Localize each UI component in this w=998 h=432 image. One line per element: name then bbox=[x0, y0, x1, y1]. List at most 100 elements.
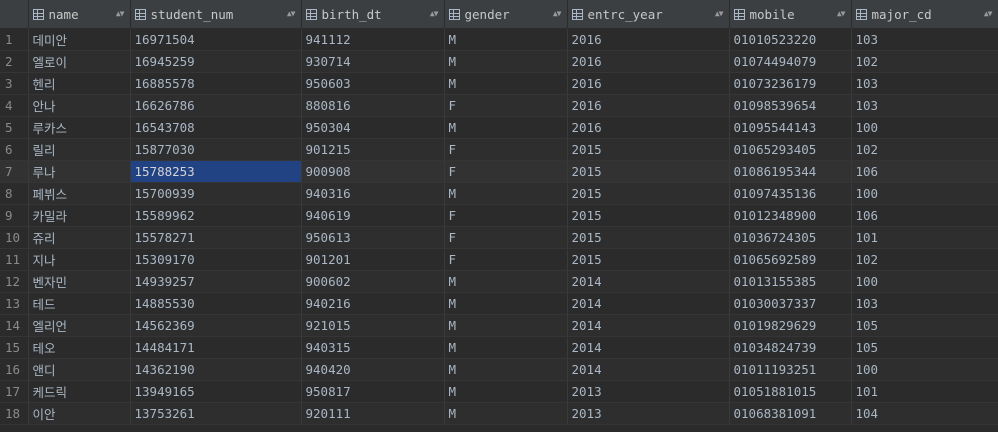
row-number[interactable]: 9 bbox=[0, 204, 29, 227]
table-row[interactable]: 17 케드릭 13949165 950817 M 2013 01051881015 101 bbox=[0, 380, 998, 403]
cell-student-num[interactable]: 14362190 bbox=[130, 358, 302, 381]
cell-gender[interactable]: M bbox=[444, 116, 568, 139]
cell-entrc-year[interactable]: 2016 bbox=[567, 50, 730, 73]
sort-arrows-icon[interactable]: ▲▼ bbox=[837, 10, 846, 18]
cell-birth-dt[interactable]: 920111 bbox=[301, 402, 445, 425]
cell-name[interactable]: 엘리언 bbox=[28, 314, 131, 337]
cell-gender[interactable]: F bbox=[444, 204, 568, 227]
cell-entrc-year[interactable]: 2015 bbox=[567, 248, 730, 271]
cell-birth-dt[interactable]: 921015 bbox=[301, 314, 445, 337]
row-number[interactable]: 2 bbox=[0, 50, 29, 73]
cell-birth-dt[interactable]: 950603 bbox=[301, 72, 445, 95]
cell-entrc-year[interactable]: 2014 bbox=[567, 358, 730, 381]
cell-birth-dt[interactable]: 940619 bbox=[301, 204, 445, 227]
table-row[interactable]: 3 헨리 16885578 950603 M 2016 01073236179 103 bbox=[0, 72, 998, 95]
sort-arrows-icon[interactable]: ▲▼ bbox=[287, 10, 296, 18]
row-number[interactable]: 18 bbox=[0, 402, 29, 425]
cell-student-num[interactable]: 15877030 bbox=[130, 138, 302, 161]
cell-student-num[interactable]: 16885578 bbox=[130, 72, 302, 95]
cell-entrc-year[interactable]: 2014 bbox=[567, 336, 730, 359]
cell-major-cd[interactable]: 106 bbox=[851, 204, 998, 227]
cell-gender[interactable]: F bbox=[444, 138, 568, 161]
table-row[interactable]: 5 루카스 16543708 950304 M 2016 01095544143 100 bbox=[0, 116, 998, 139]
cell-entrc-year[interactable]: 2013 bbox=[567, 380, 730, 403]
cell-gender[interactable]: F bbox=[444, 94, 568, 117]
corner-cell[interactable] bbox=[0, 0, 29, 29]
column-header-entrc-year[interactable]: entrc_year ▲▼ bbox=[567, 0, 730, 29]
cell-entrc-year[interactable]: 2015 bbox=[567, 182, 730, 205]
cell-major-cd[interactable]: 101 bbox=[851, 226, 998, 249]
table-row[interactable]: 1 데미안 16971504 941112 M 2016 01010523220 103 bbox=[0, 28, 998, 51]
cell-student-num[interactable]: 15788253 bbox=[130, 160, 302, 183]
sort-arrows-icon[interactable]: ▲▼ bbox=[116, 10, 125, 18]
table-row[interactable]: 12 벤자민 14939257 900602 M 2014 01013155385 100 bbox=[0, 270, 998, 293]
table-row[interactable]: 10 쥬리 15578271 950613 F 2015 01036724305 101 bbox=[0, 226, 998, 249]
cell-name[interactable]: 릴리 bbox=[28, 138, 131, 161]
cell-gender[interactable]: M bbox=[444, 336, 568, 359]
cell-gender[interactable]: M bbox=[444, 28, 568, 51]
table-row[interactable]: 18 이안 13753261 920111 M 2013 01068381091 104 bbox=[0, 402, 998, 425]
cell-major-cd[interactable]: 103 bbox=[851, 72, 998, 95]
cell-entrc-year[interactable]: 2016 bbox=[567, 94, 730, 117]
cell-name[interactable]: 벤자민 bbox=[28, 270, 131, 293]
cell-student-num[interactable]: 13753261 bbox=[130, 402, 302, 425]
cell-birth-dt[interactable]: 900602 bbox=[301, 270, 445, 293]
cell-gender[interactable]: F bbox=[444, 248, 568, 271]
cell-mobile[interactable]: 01065692589 bbox=[729, 248, 852, 271]
sort-arrows-icon[interactable]: ▲▼ bbox=[553, 10, 562, 18]
cell-major-cd[interactable]: 103 bbox=[851, 292, 998, 315]
cell-student-num[interactable]: 15589962 bbox=[130, 204, 302, 227]
cell-student-num[interactable]: 15309170 bbox=[130, 248, 302, 271]
cell-major-cd[interactable]: 102 bbox=[851, 138, 998, 161]
cell-name[interactable]: 이안 bbox=[28, 402, 131, 425]
cell-name[interactable]: 쥬리 bbox=[28, 226, 131, 249]
cell-major-cd[interactable]: 100 bbox=[851, 182, 998, 205]
cell-name[interactable]: 케드릭 bbox=[28, 380, 131, 403]
cell-mobile[interactable]: 01051881015 bbox=[729, 380, 852, 403]
cell-birth-dt[interactable]: 901215 bbox=[301, 138, 445, 161]
cell-major-cd[interactable]: 100 bbox=[851, 358, 998, 381]
cell-mobile[interactable]: 01065293405 bbox=[729, 138, 852, 161]
cell-entrc-year[interactable]: 2014 bbox=[567, 314, 730, 337]
cell-major-cd[interactable]: 100 bbox=[851, 116, 998, 139]
cell-gender[interactable]: M bbox=[444, 292, 568, 315]
cell-student-num[interactable]: 16945259 bbox=[130, 50, 302, 73]
cell-entrc-year[interactable]: 2014 bbox=[567, 292, 730, 315]
cell-mobile[interactable]: 01034824739 bbox=[729, 336, 852, 359]
table-row[interactable]: 11 지나 15309170 901201 F 2015 01065692589 102 bbox=[0, 248, 998, 271]
row-number[interactable]: 14 bbox=[0, 314, 29, 337]
cell-gender[interactable]: F bbox=[444, 226, 568, 249]
cell-mobile[interactable]: 01013155385 bbox=[729, 270, 852, 293]
row-number[interactable]: 5 bbox=[0, 116, 29, 139]
table-row[interactable]: 6 릴리 15877030 901215 F 2015 01065293405 102 bbox=[0, 138, 998, 161]
cell-entrc-year[interactable]: 2015 bbox=[567, 226, 730, 249]
cell-mobile[interactable]: 01097435136 bbox=[729, 182, 852, 205]
cell-mobile[interactable]: 01068381091 bbox=[729, 402, 852, 425]
table-row[interactable]: 9 카밀라 15589962 940619 F 2015 01012348900 106 bbox=[0, 204, 998, 227]
table-row[interactable]: 15 테오 14484171 940315 M 2014 01034824739 105 bbox=[0, 336, 998, 359]
cell-birth-dt[interactable]: 940315 bbox=[301, 336, 445, 359]
table-row[interactable]: 7 루나 15788253 900908 F 2015 01086195344 106 bbox=[0, 160, 998, 183]
row-number[interactable]: 3 bbox=[0, 72, 29, 95]
cell-gender[interactable]: M bbox=[444, 402, 568, 425]
cell-birth-dt[interactable]: 941112 bbox=[301, 28, 445, 51]
table-row[interactable]: 8 페뷔스 15700939 940316 M 2015 01097435136 100 bbox=[0, 182, 998, 205]
cell-student-num[interactable]: 13949165 bbox=[130, 380, 302, 403]
cell-entrc-year[interactable]: 2014 bbox=[567, 270, 730, 293]
cell-birth-dt[interactable]: 900908 bbox=[301, 160, 445, 183]
cell-gender[interactable]: M bbox=[444, 380, 568, 403]
row-number[interactable]: 17 bbox=[0, 380, 29, 403]
cell-name[interactable]: 테오 bbox=[28, 336, 131, 359]
cell-entrc-year[interactable]: 2015 bbox=[567, 160, 730, 183]
cell-birth-dt[interactable]: 901201 bbox=[301, 248, 445, 271]
cell-student-num[interactable]: 14562369 bbox=[130, 314, 302, 337]
row-number[interactable]: 10 bbox=[0, 226, 29, 249]
cell-birth-dt[interactable]: 940216 bbox=[301, 292, 445, 315]
cell-entrc-year[interactable]: 2016 bbox=[567, 72, 730, 95]
cell-major-cd[interactable]: 101 bbox=[851, 380, 998, 403]
cell-birth-dt[interactable]: 950613 bbox=[301, 226, 445, 249]
cell-name[interactable]: 루나 bbox=[28, 160, 131, 183]
cell-entrc-year[interactable]: 2015 bbox=[567, 204, 730, 227]
cell-gender[interactable]: M bbox=[444, 182, 568, 205]
cell-name[interactable]: 카밀라 bbox=[28, 204, 131, 227]
